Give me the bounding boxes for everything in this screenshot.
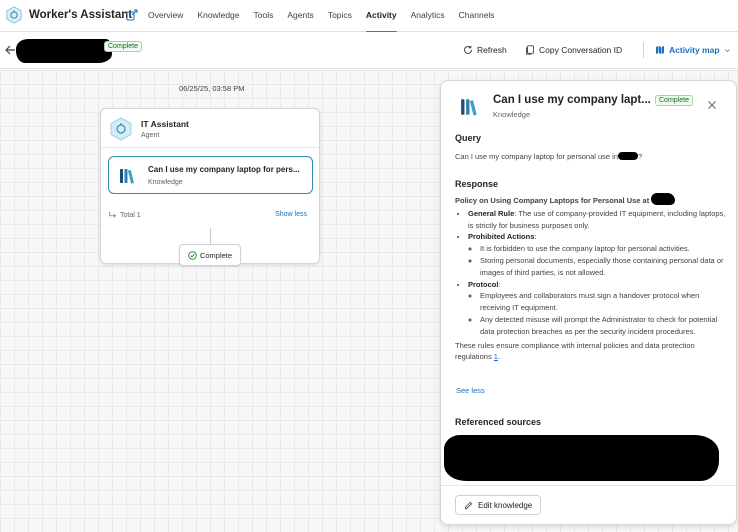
edit-knowledge-label: Edit knowledge	[478, 500, 533, 510]
share-icon[interactable]	[126, 9, 138, 21]
pencil-icon	[464, 501, 473, 509]
refresh-label: Refresh	[477, 45, 507, 55]
divider	[101, 147, 319, 148]
books-icon	[461, 99, 477, 116]
knowledge-step[interactable]: Can I use my company laptop for pers... …	[108, 156, 313, 194]
tab-topics[interactable]: Topics	[328, 0, 352, 32]
tab-channels[interactable]: Channels	[459, 0, 495, 32]
details-panel: Can I use my company lapt... Complete Kn…	[440, 80, 737, 525]
status-badge: Complete	[104, 41, 142, 52]
timestamp: 06/25/25, 03:58 PM	[179, 84, 245, 93]
general-rule-label: General Rule	[468, 208, 515, 218]
list-item: Any detected misuse will prompt the Admi…	[480, 314, 727, 338]
list-item: Employees and collaborators must sign a …	[480, 290, 727, 314]
query-text-end: ?	[638, 152, 643, 161]
prohibited-list: It is forbidden to use the company lapto…	[468, 243, 727, 278]
response-footer: These rules ensure compliance with inter…	[455, 340, 727, 364]
flow-connector	[210, 228, 211, 244]
see-less-link[interactable]: See less	[456, 386, 485, 395]
complete-node[interactable]: Complete	[179, 244, 241, 266]
agent-icon	[110, 117, 132, 141]
response-title: Policy on Using Company Laptops for Pers…	[455, 193, 727, 207]
copy-icon	[526, 45, 534, 55]
agent-type: Agent	[141, 132, 160, 139]
tab-overview[interactable]: Overview	[148, 0, 183, 32]
total-count: Total 1	[109, 211, 141, 219]
sources-heading: Referenced sources	[455, 417, 542, 427]
nav-tabs: Overview Knowledge Tools Agents Topics A…	[148, 0, 509, 33]
response-title-text: Policy on Using Company Laptops for Pers…	[455, 196, 650, 205]
tab-activity[interactable]: Activity	[365, 0, 397, 33]
agent-name: IT Assistant	[141, 119, 189, 129]
list-item: Prohibited Actions: It is forbidden to u…	[468, 231, 727, 278]
show-less-link[interactable]: Show less	[275, 211, 307, 218]
activity-map-dropdown[interactable]: Activity map	[655, 45, 731, 55]
tab-agents[interactable]: Agents	[287, 0, 313, 32]
corner-arrow-icon	[109, 211, 116, 218]
copy-conversation-id-button[interactable]: Copy Conversation ID	[525, 45, 622, 55]
redacted-sources	[444, 435, 719, 481]
close-icon[interactable]	[707, 100, 717, 110]
list-item: General Rule: The use of company-provide…	[468, 208, 727, 232]
tab-tools[interactable]: Tools	[254, 0, 274, 32]
books-icon	[120, 169, 134, 184]
response-footer-text: These rules ensure compliance with inter…	[455, 340, 695, 362]
activity-subbar: Complete Refresh Copy Conversation ID Ac…	[0, 32, 738, 69]
top-navigation-bar: Worker's Assistant Overview Knowledge To…	[0, 0, 738, 33]
app-title: Worker's Assistant	[29, 9, 133, 21]
chevron-down-icon	[724, 48, 730, 52]
query-text: Can I use my company laptop for personal…	[455, 152, 725, 161]
check-circle-icon	[188, 250, 197, 260]
refresh-button[interactable]: Refresh	[463, 45, 507, 55]
agent-hex-icon[interactable]	[5, 6, 23, 24]
list-item: It is forbidden to use the company lapto…	[480, 243, 727, 255]
panel-subtitle: Knowledge	[493, 110, 531, 119]
protocol-list: Employees and collaborators must sign a …	[468, 290, 727, 337]
knowledge-title: Can I use my company laptop for pers...	[148, 165, 300, 174]
tab-analytics[interactable]: Analytics	[411, 0, 445, 32]
copy-label: Copy Conversation ID	[539, 45, 623, 55]
divider	[643, 42, 644, 58]
back-arrow-icon[interactable]	[4, 44, 16, 56]
prohibited-label: Prohibited Actions	[468, 232, 535, 242]
total-label: Total 1	[120, 211, 141, 219]
redacted-text	[651, 193, 676, 205]
response-body: Policy on Using Company Laptops for Pers…	[455, 193, 727, 363]
response-footer-end: .	[497, 352, 501, 362]
protocol-label: Protocol	[468, 279, 499, 289]
complete-label: Complete	[199, 250, 233, 260]
edit-knowledge-button[interactable]: Edit knowledge	[455, 495, 542, 515]
response-list: General Rule: The use of company-provide…	[455, 208, 727, 338]
list-item: Storing personal documents, especially t…	[480, 255, 727, 279]
activity-map-label: Activity map	[669, 45, 720, 55]
query-text-part: Can I use my company laptop for personal…	[455, 152, 619, 161]
map-icon	[656, 46, 664, 54]
divider	[441, 485, 736, 486]
redacted-conversation-title	[16, 39, 112, 63]
query-heading: Query	[455, 133, 482, 143]
tab-knowledge[interactable]: Knowledge	[197, 0, 239, 32]
redacted-text	[618, 152, 639, 160]
panel-title: Can I use my company lapt...	[493, 94, 651, 106]
knowledge-type: Knowledge	[148, 179, 183, 186]
refresh-icon	[464, 45, 472, 54]
status-badge: Complete	[655, 95, 693, 106]
list-item: Protocol: Employees and collaborators mu…	[468, 279, 727, 338]
response-heading: Response	[455, 179, 499, 189]
